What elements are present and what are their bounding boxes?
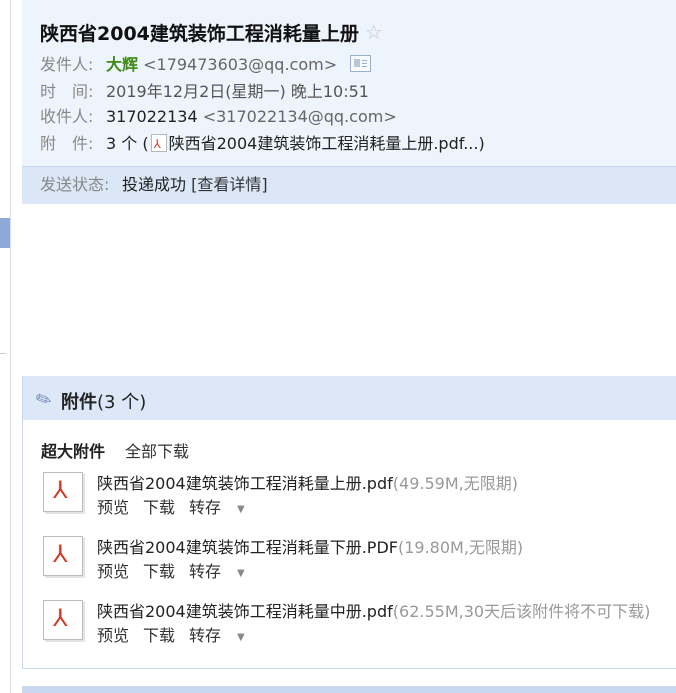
attachment-row: 附 件: 3 个 ( 陕西省2004建筑装饰工程消耗量上册.pdf...) [40,133,485,155]
attachment-summary-link[interactable]: 陕西省2004建筑装饰工程消耗量上册.pdf...) [169,134,485,153]
paperclip-icon: ✎ [32,386,56,414]
mail-title: 陕西省2004建筑装饰工程消耗量上册 ☆ [40,18,383,46]
sender-email[interactable]: <179473603@qq.com> [143,55,337,74]
save-label[interactable]: 转存 [189,626,221,645]
sender-label: 发件人: [40,55,94,74]
download-link[interactable]: 下载 [143,498,175,517]
file-meta: (49.59M,无限期) [392,474,518,493]
preview-link[interactable]: 预览 [97,498,129,517]
chevron-down-icon[interactable]: ▼ [237,568,245,579]
attachment-header: ✎ 附件(3 个) [23,376,676,420]
receiver-label: 收件人: [40,107,94,126]
time-label: 时 间: [40,82,94,101]
attachment-title: 附件(3 个) [61,388,146,414]
time-row: 时 间: 2019年12月2日(星期一) 晚上10:51 [40,81,369,103]
file-actions: 预览 下载 转存 ▼ [97,494,273,518]
bottom-strip [22,686,676,693]
attachment-file-3: ⅄ 陕西省2004建筑装饰工程消耗量中册.pdf(62.55M,30天后该附件将… [41,598,676,654]
save-dropdown[interactable]: 转存 ▼ [189,626,259,645]
attachment-label: 附 件: [40,134,94,153]
pdf-icon[interactable]: ⅄ [43,600,83,640]
file-actions: 预览 下载 转存 ▼ [97,622,273,646]
file-actions: 预览 下载 转存 ▼ [97,558,273,582]
pdf-icon[interactable]: ⅄ [43,472,83,512]
pdf-icon [150,133,167,155]
file-title[interactable]: 陕西省2004建筑装饰工程消耗量下册.PDF [97,538,398,557]
file-name[interactable]: 陕西省2004建筑装饰工程消耗量中册.pdf(62.55M,30天后该附件将不可… [97,598,650,622]
save-label[interactable]: 转存 [189,562,221,581]
file-title[interactable]: 陕西省2004建筑装饰工程消耗量中册.pdf [97,602,393,621]
receiver-row: 收件人: 317022134 <317022134@qq.com> [40,106,397,128]
contact-card-icon[interactable] [350,55,372,72]
preview-link[interactable]: 预览 [97,626,129,645]
star-icon[interactable]: ☆ [365,20,383,44]
file-name[interactable]: 陕西省2004建筑装饰工程消耗量下册.PDF(19.80M,无限期) [97,534,523,558]
pdf-icon[interactable]: ⅄ [43,536,83,576]
file-title[interactable]: 陕西省2004建筑装饰工程消耗量上册.pdf [97,474,393,493]
download-link[interactable]: 下载 [143,626,175,645]
status-value: 投递成功 [122,175,187,194]
save-dropdown[interactable]: 转存 ▼ [189,562,259,581]
status-detail-link[interactable]: [查看详情] [191,175,268,194]
status-label: 发送状态: [40,175,110,194]
attachment-file-1: ⅄ 陕西省2004建筑装饰工程消耗量上册.pdf(49.59M,无限期) 预览下… [41,470,676,526]
chevron-down-icon[interactable]: ▼ [237,504,245,515]
mail-subject: 陕西省2004建筑装饰工程消耗量上册 [40,22,359,45]
receiver-email[interactable]: <317022134@qq.com> [203,107,397,126]
left-gutter [0,0,11,693]
file-meta: (62.55M,30天后该附件将不可下载) [392,602,651,621]
file-name[interactable]: 陕西省2004建筑装饰工程消耗量上册.pdf(49.59M,无限期) [97,470,518,494]
attachment-title-label: 附件 [61,392,97,413]
preview-link[interactable]: 预览 [97,562,129,581]
save-label[interactable]: 转存 [189,498,221,517]
status-band: 发送状态: 投递成功 [查看详情] [22,166,676,204]
download-all-button[interactable]: 全部下载 [125,438,189,462]
sender-name[interactable]: 大辉 [106,55,138,74]
gutter-tick [0,353,6,354]
status-row: 发送状态: 投递成功 [查看详情] [40,174,268,196]
attachment-section: ✎ 附件(3 个) 超大附件 全部下载 ⅄ 陕西省2004建筑装饰工程消耗量上册… [22,376,676,669]
file-meta: (19.80M,无限期) [397,538,524,557]
sender-row: 发件人: 大辉 <179473603@qq.com> [40,54,372,76]
time-value: 2019年12月2日(星期一) 晚上10:51 [106,82,369,101]
gutter-selection-marker [0,218,10,248]
attachment-file-2: ⅄ 陕西省2004建筑装饰工程消耗量下册.PDF(19.80M,无限期) 预览下… [41,534,676,590]
attachment-count[interactable]: 3 个 ( [106,134,149,153]
receiver-name[interactable]: 317022134 [106,107,198,126]
save-dropdown[interactable]: 转存 ▼ [189,498,259,517]
super-attachment-label: 超大附件 [41,442,106,461]
chevron-down-icon[interactable]: ▼ [237,632,245,643]
attachment-title-count: (3 个) [97,392,147,413]
download-link[interactable]: 下载 [143,562,175,581]
